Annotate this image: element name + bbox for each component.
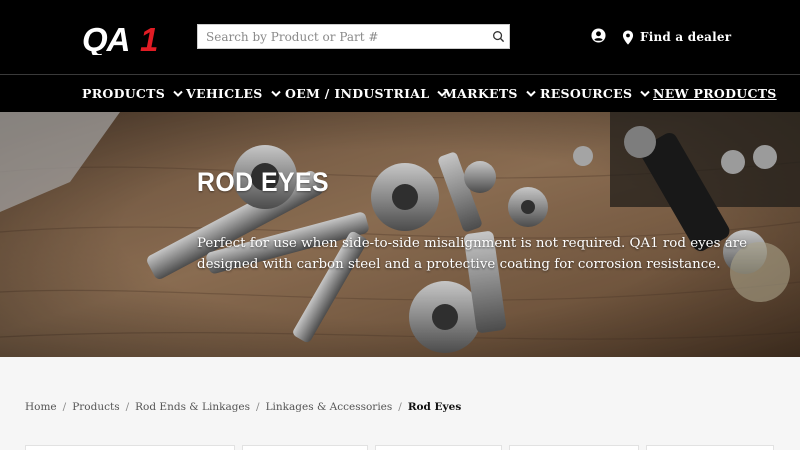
page-title: ROD EYES [197, 167, 330, 197]
chevron-down-icon [270, 90, 281, 97]
breadcrumb-separator: / [398, 401, 402, 413]
main-content: Home / Products / Rod Ends & Linkages / … [0, 357, 800, 450]
breadcrumb-separator: / [62, 401, 67, 413]
svg-text:QA: QA [82, 21, 130, 55]
breadcrumb-separator: / [125, 401, 130, 413]
breadcrumb-current: Rod Eyes [407, 401, 462, 413]
map-pin-icon [622, 29, 634, 45]
chevron-down-icon [640, 90, 651, 97]
main-nav: PRODUCTS VEHICLES OEM / INDUSTRIAL MARKE… [0, 74, 800, 112]
product-card[interactable] [646, 445, 774, 450]
hero-description: Perfect for use when side-to-side misali… [197, 236, 748, 272]
breadcrumb-link-linkages-accessories[interactable]: Linkages & Accessories [266, 401, 393, 413]
search-input[interactable] [198, 25, 488, 48]
product-card[interactable] [509, 445, 639, 450]
nav-label: RESOURCES [540, 85, 633, 101]
nav-item-products[interactable]: PRODUCTS [82, 75, 183, 111]
nav-item-resources[interactable]: RESOURCES [540, 75, 651, 111]
breadcrumb-link-rod-ends-linkages[interactable]: Rod Ends & Linkages [135, 401, 250, 413]
nav-label: MARKETS [443, 85, 518, 101]
site-header: QA 1 Find a dealer [0, 0, 800, 74]
nav-label: PRODUCTS [82, 85, 166, 101]
user-circle-icon[interactable] [591, 28, 606, 43]
breadcrumb: Home / Products / Rod Ends & Linkages / … [25, 401, 461, 413]
nav-label: NEW PRODUCTS [653, 85, 777, 101]
svg-text:1: 1 [140, 21, 158, 55]
breadcrumb-separator: / [256, 401, 260, 413]
product-card[interactable] [25, 445, 235, 450]
find-dealer-link[interactable]: Find a dealer [622, 28, 731, 46]
search-icon[interactable] [492, 30, 505, 43]
breadcrumb-link-home[interactable]: Home [25, 401, 57, 413]
qa1-logo[interactable]: QA 1 [82, 21, 172, 55]
nav-item-vehicles[interactable]: VEHICLES [186, 75, 281, 111]
product-card[interactable] [242, 445, 368, 450]
nav-label: VEHICLES [186, 85, 263, 101]
search-box [197, 24, 510, 49]
chevron-down-icon [526, 90, 536, 97]
breadcrumb-link-products[interactable]: Products [72, 401, 119, 413]
hero-banner: ROD EYES Perfect for use when side-to-si… [0, 112, 800, 357]
nav-label: OEM / INDUSTRIAL [285, 85, 430, 101]
product-card[interactable] [375, 445, 502, 450]
nav-item-oem-industrial[interactable]: OEM / INDUSTRIAL [285, 75, 448, 111]
nav-item-new-products[interactable]: NEW PRODUCTS [653, 75, 777, 111]
nav-item-markets[interactable]: MARKETS [443, 75, 536, 111]
find-dealer-label: Find a dealer [640, 30, 732, 44]
chevron-down-icon [173, 90, 183, 97]
